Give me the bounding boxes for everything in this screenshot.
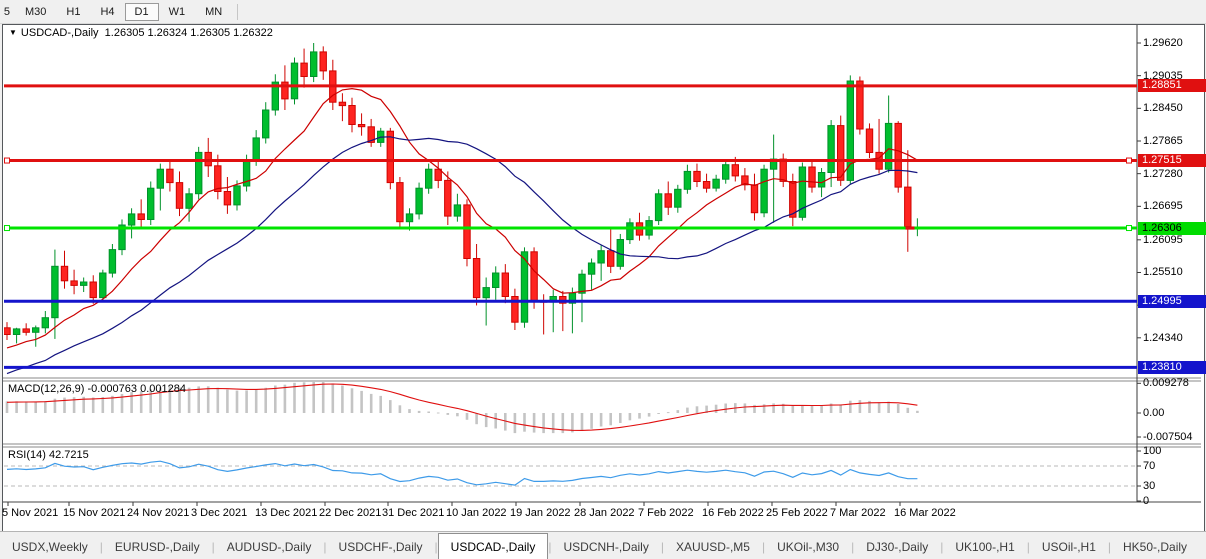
symbol-tab-hk50-daily[interactable]: HK50-,Daily: [1111, 534, 1199, 559]
symbol-tab-audusd-daily[interactable]: AUDUSD-,Daily: [215, 534, 324, 559]
macd-pane: [6, 381, 919, 433]
timeframe-button-W1[interactable]: W1: [159, 3, 196, 21]
macd-signal-line: [7, 384, 917, 430]
toolbar-divider: [237, 4, 238, 20]
timeframe-button-D1[interactable]: D1: [125, 3, 159, 21]
timeframe-button-5[interactable]: 5: [0, 3, 15, 21]
timeframe-toolbar: 5M30H1H4D1W1MN: [0, 0, 1206, 24]
symbol-tab-usdx-weekly[interactable]: USDX,Weekly: [0, 534, 100, 559]
timeframe-button-M30[interactable]: M30: [15, 3, 56, 21]
line-handle: [1127, 158, 1132, 163]
line-handle: [1127, 226, 1132, 231]
symbol-tab-xauusd-m5[interactable]: XAUUSD-,M5: [664, 534, 762, 559]
mt4-terminal: { "toolbar": { "timeframes": [ {"label":…: [0, 0, 1206, 558]
symbol-tab-usdchf-daily[interactable]: USDCHF-,Daily: [327, 534, 435, 559]
line-handle: [5, 226, 10, 231]
symbol-tab-usdcnh-daily[interactable]: USDCNH-,Daily: [551, 534, 660, 559]
symbol-tab-uk100-h1[interactable]: UK100-,H1: [943, 534, 1026, 559]
symbol-tab-ukoil-m30[interactable]: UKOil-,M30: [765, 534, 851, 559]
rsi-pane: [4, 461, 1136, 486]
current-price-tick: [906, 226, 915, 229]
price-pane: [4, 43, 1137, 374]
symbol-tab-bar: USDX,Weekly|EURUSD-,Daily|AUDUSD-,Daily|…: [0, 531, 1206, 559]
timeframe-button-MN[interactable]: MN: [195, 3, 232, 21]
symbol-tab-usdcad-daily[interactable]: USDCAD-,Daily: [438, 533, 549, 559]
symbol-tab-dj30-daily[interactable]: DJ30-,Daily: [854, 534, 940, 559]
rsi-line: [7, 461, 917, 485]
chart-canvas[interactable]: [0, 0, 1206, 558]
symbol-tab-usoil-h1[interactable]: USOil-,H1: [1030, 534, 1108, 559]
timeframe-button-H1[interactable]: H1: [56, 3, 90, 21]
tab-scroll-arrows: ◂▸: [1199, 532, 1206, 559]
symbol-tab-eurusd-daily[interactable]: EURUSD-,Daily: [103, 534, 212, 559]
timeframe-button-H4[interactable]: H4: [90, 3, 124, 21]
line-handle: [5, 158, 10, 163]
